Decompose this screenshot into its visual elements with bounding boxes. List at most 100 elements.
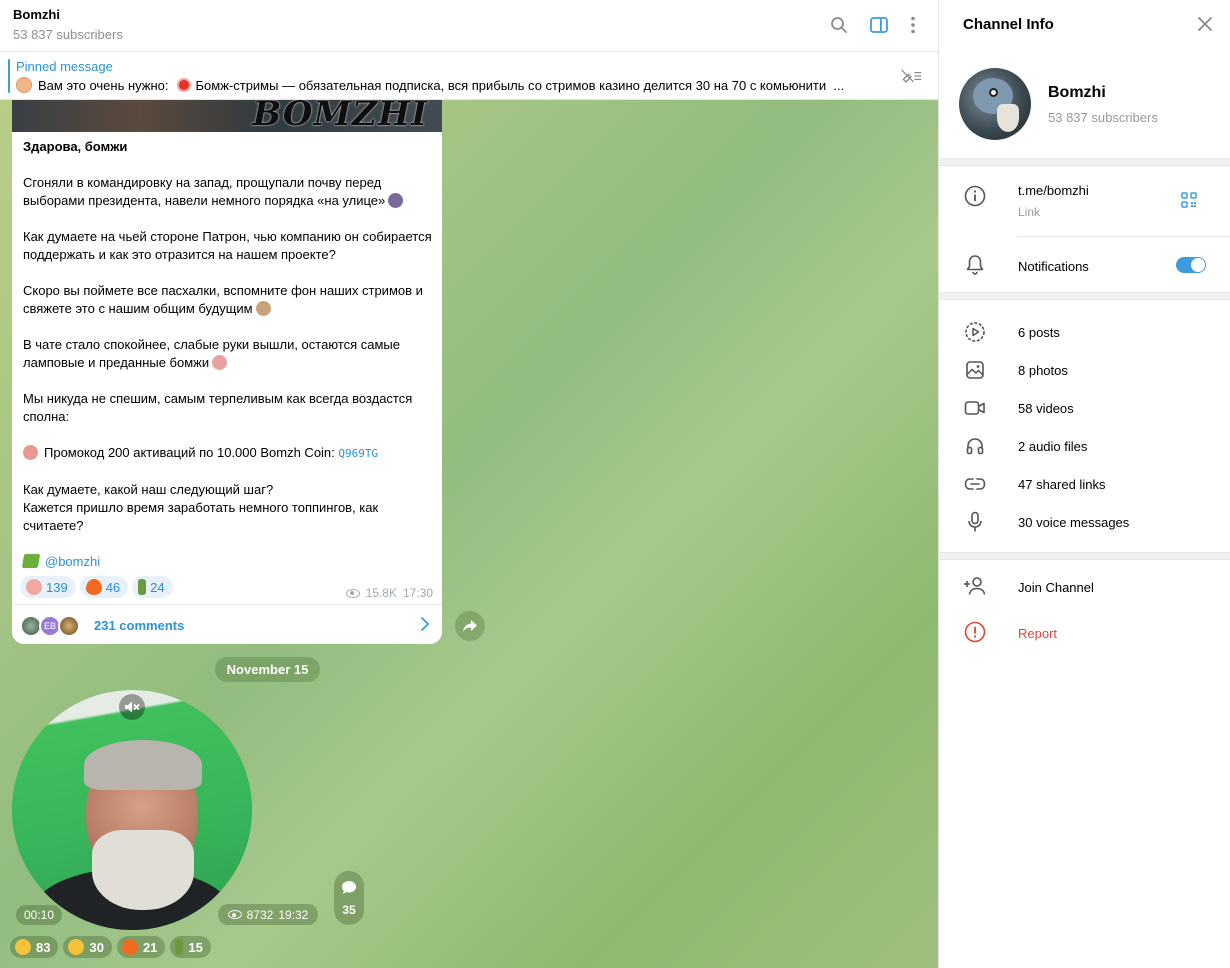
media-row-audio[interactable]: 2 audio files (939, 430, 1230, 464)
channel-link-label: Link (1018, 205, 1041, 219)
report-icon (963, 620, 987, 644)
video-time: 19:32 (278, 907, 309, 922)
reaction-pig[interactable]: 139 (20, 576, 76, 598)
link-icon (963, 472, 987, 496)
pinned-text: Вам это очень нужно: Бомж-стримы — обязат… (16, 77, 886, 93)
reaction-fire[interactable]: 21 (116, 936, 166, 958)
comments-button[interactable]: EB 231 comments (12, 604, 442, 644)
mute-toggle-button[interactable] (119, 694, 145, 720)
post-meta: 15.8K 17:30 (345, 586, 433, 600)
section-divider (939, 292, 1230, 300)
notifications-toggle[interactable] (1176, 257, 1206, 273)
chat-title[interactable]: Bomzhi (13, 7, 60, 22)
promo-text: Промокод 200 активаций по 10.000 Bomzh C… (44, 445, 335, 460)
video-duration: 00:10 (16, 905, 62, 925)
post-paragraph-1: Сгоняли в командировку на запад, прощупа… (23, 174, 433, 210)
check-emoji-icon (21, 554, 41, 568)
video-frame-hair (84, 740, 202, 790)
chevron-right-icon (420, 617, 430, 634)
sidebar-toggle-icon[interactable] (868, 14, 890, 36)
channel-avatar[interactable] (959, 68, 1031, 140)
media-row-voice[interactable]: 30 voice messages (939, 506, 1230, 540)
reaction-champagne[interactable]: 15 (170, 936, 211, 958)
report-button[interactable]: Report (939, 616, 1230, 650)
panel-title: Channel Info (963, 16, 1054, 33)
views-icon (227, 910, 242, 919)
more-vertical-icon[interactable] (902, 14, 924, 36)
scream-face-icon (68, 939, 85, 955)
post-promo: Промокод 200 активаций по 10.000 Bomzh C… (23, 444, 433, 463)
media-videos-label: 58 videos (1018, 401, 1074, 416)
fire-icon (121, 939, 138, 955)
headphones-icon (963, 434, 987, 458)
chat-header[interactable]: Bomzhi 53 837 subscribers (0, 0, 938, 52)
channel-info-panel: Channel Info Bomzhi 53 837 subscribers t… (938, 0, 1230, 968)
crying-face-icon (15, 939, 31, 955)
post-signature: @bomzhi (21, 553, 433, 571)
pinned-prefix: Вам это очень нужно: (38, 78, 169, 93)
signature-link[interactable]: @bomzhi (45, 554, 100, 569)
comments-count: 231 comments (94, 618, 185, 633)
media-row-photos[interactable]: 8 photos (939, 354, 1230, 388)
close-icon[interactable] (1196, 15, 1214, 33)
post-paragraph-6a: Как думаете, какой наш следующий шаг? (23, 482, 274, 497)
add-user-icon (963, 574, 987, 598)
pinned-message-bar[interactable]: Pinned message Вам это очень нужно: Бомж-… (0, 52, 938, 100)
pinned-ellipsis: ... (833, 78, 845, 93)
join-channel-button[interactable]: Join Channel (939, 570, 1230, 604)
post-text: Здарова, бомжи Сгоняли в командировку на… (21, 138, 433, 571)
reaction-crying[interactable]: 83 (10, 936, 59, 958)
section-divider (939, 158, 1230, 166)
media-row-posts[interactable]: 6 posts (939, 316, 1230, 350)
champagne-icon (138, 579, 147, 595)
info-icon (963, 184, 987, 208)
media-row-videos[interactable]: 58 videos (939, 392, 1230, 426)
kiss-emoji-icon (212, 355, 228, 370)
channel-subscribers: 53 837 subscribers (1048, 110, 1158, 125)
notifications-label: Notifications (1018, 259, 1089, 274)
share-button[interactable] (455, 611, 485, 641)
unpin-icon[interactable] (900, 65, 922, 87)
search-icon[interactable] (828, 14, 850, 36)
media-audio-label: 2 audio files (1018, 439, 1088, 454)
spy-emoji-icon (388, 193, 404, 208)
channel-link-row[interactable]: t.me/bomzhi Link (939, 168, 1230, 234)
reaction-champagne[interactable]: 24 (132, 576, 173, 598)
post-paragraph-6b: Кажется пришло время заработать немного … (23, 500, 379, 533)
channel-link[interactable]: t.me/bomzhi (1018, 183, 1089, 198)
reaction-count: 83 (36, 939, 51, 955)
media-links-label: 47 shared links (1018, 477, 1106, 492)
reaction-scream[interactable]: 30 (63, 936, 112, 958)
post-views: 15.8K (365, 586, 397, 600)
promo-code[interactable]: Q969TG (338, 447, 378, 460)
speaker-muted-icon (125, 701, 140, 713)
microphone-icon (963, 510, 987, 534)
media-row-links[interactable]: 47 shared links (939, 468, 1230, 502)
views-icon (345, 588, 360, 598)
champagne-icon (175, 939, 184, 955)
thinking-emoji-icon (255, 301, 271, 316)
post-paragraph-2: Как думаете на чьей стороне Патрон, чью … (23, 229, 432, 262)
reaction-count: 21 (142, 939, 158, 955)
pig-emoji-icon (23, 445, 38, 460)
red-circle-emoji-icon (176, 78, 191, 92)
pig-face-icon (26, 579, 42, 595)
post-greeting: Здарова, бомжи (23, 139, 128, 154)
reaction-count: 30 (89, 939, 104, 955)
qr-code-icon[interactable] (1181, 192, 1197, 211)
video-comments-button[interactable]: 35 (334, 871, 364, 925)
video-frame-beard (92, 830, 194, 910)
face-emoji-icon (16, 77, 32, 93)
reaction-fire[interactable]: 46 (79, 576, 129, 598)
video-reactions: 83 30 21 15 (10, 936, 211, 958)
media-posts-label: 6 posts (1018, 325, 1060, 340)
post-reactions: 139 46 24 (20, 576, 173, 598)
reaction-count: 139 (46, 579, 68, 595)
posts-icon (963, 320, 987, 344)
channel-post[interactable]: BOMZHI Здарова, бомжи Сгоняли в командир… (12, 100, 442, 644)
commenter-avatar (58, 615, 80, 637)
avatar-bird-beak (997, 104, 1019, 132)
reaction-count: 46 (105, 579, 121, 595)
post-image[interactable]: BOMZHI (12, 100, 442, 132)
round-video-message[interactable] (12, 690, 252, 930)
